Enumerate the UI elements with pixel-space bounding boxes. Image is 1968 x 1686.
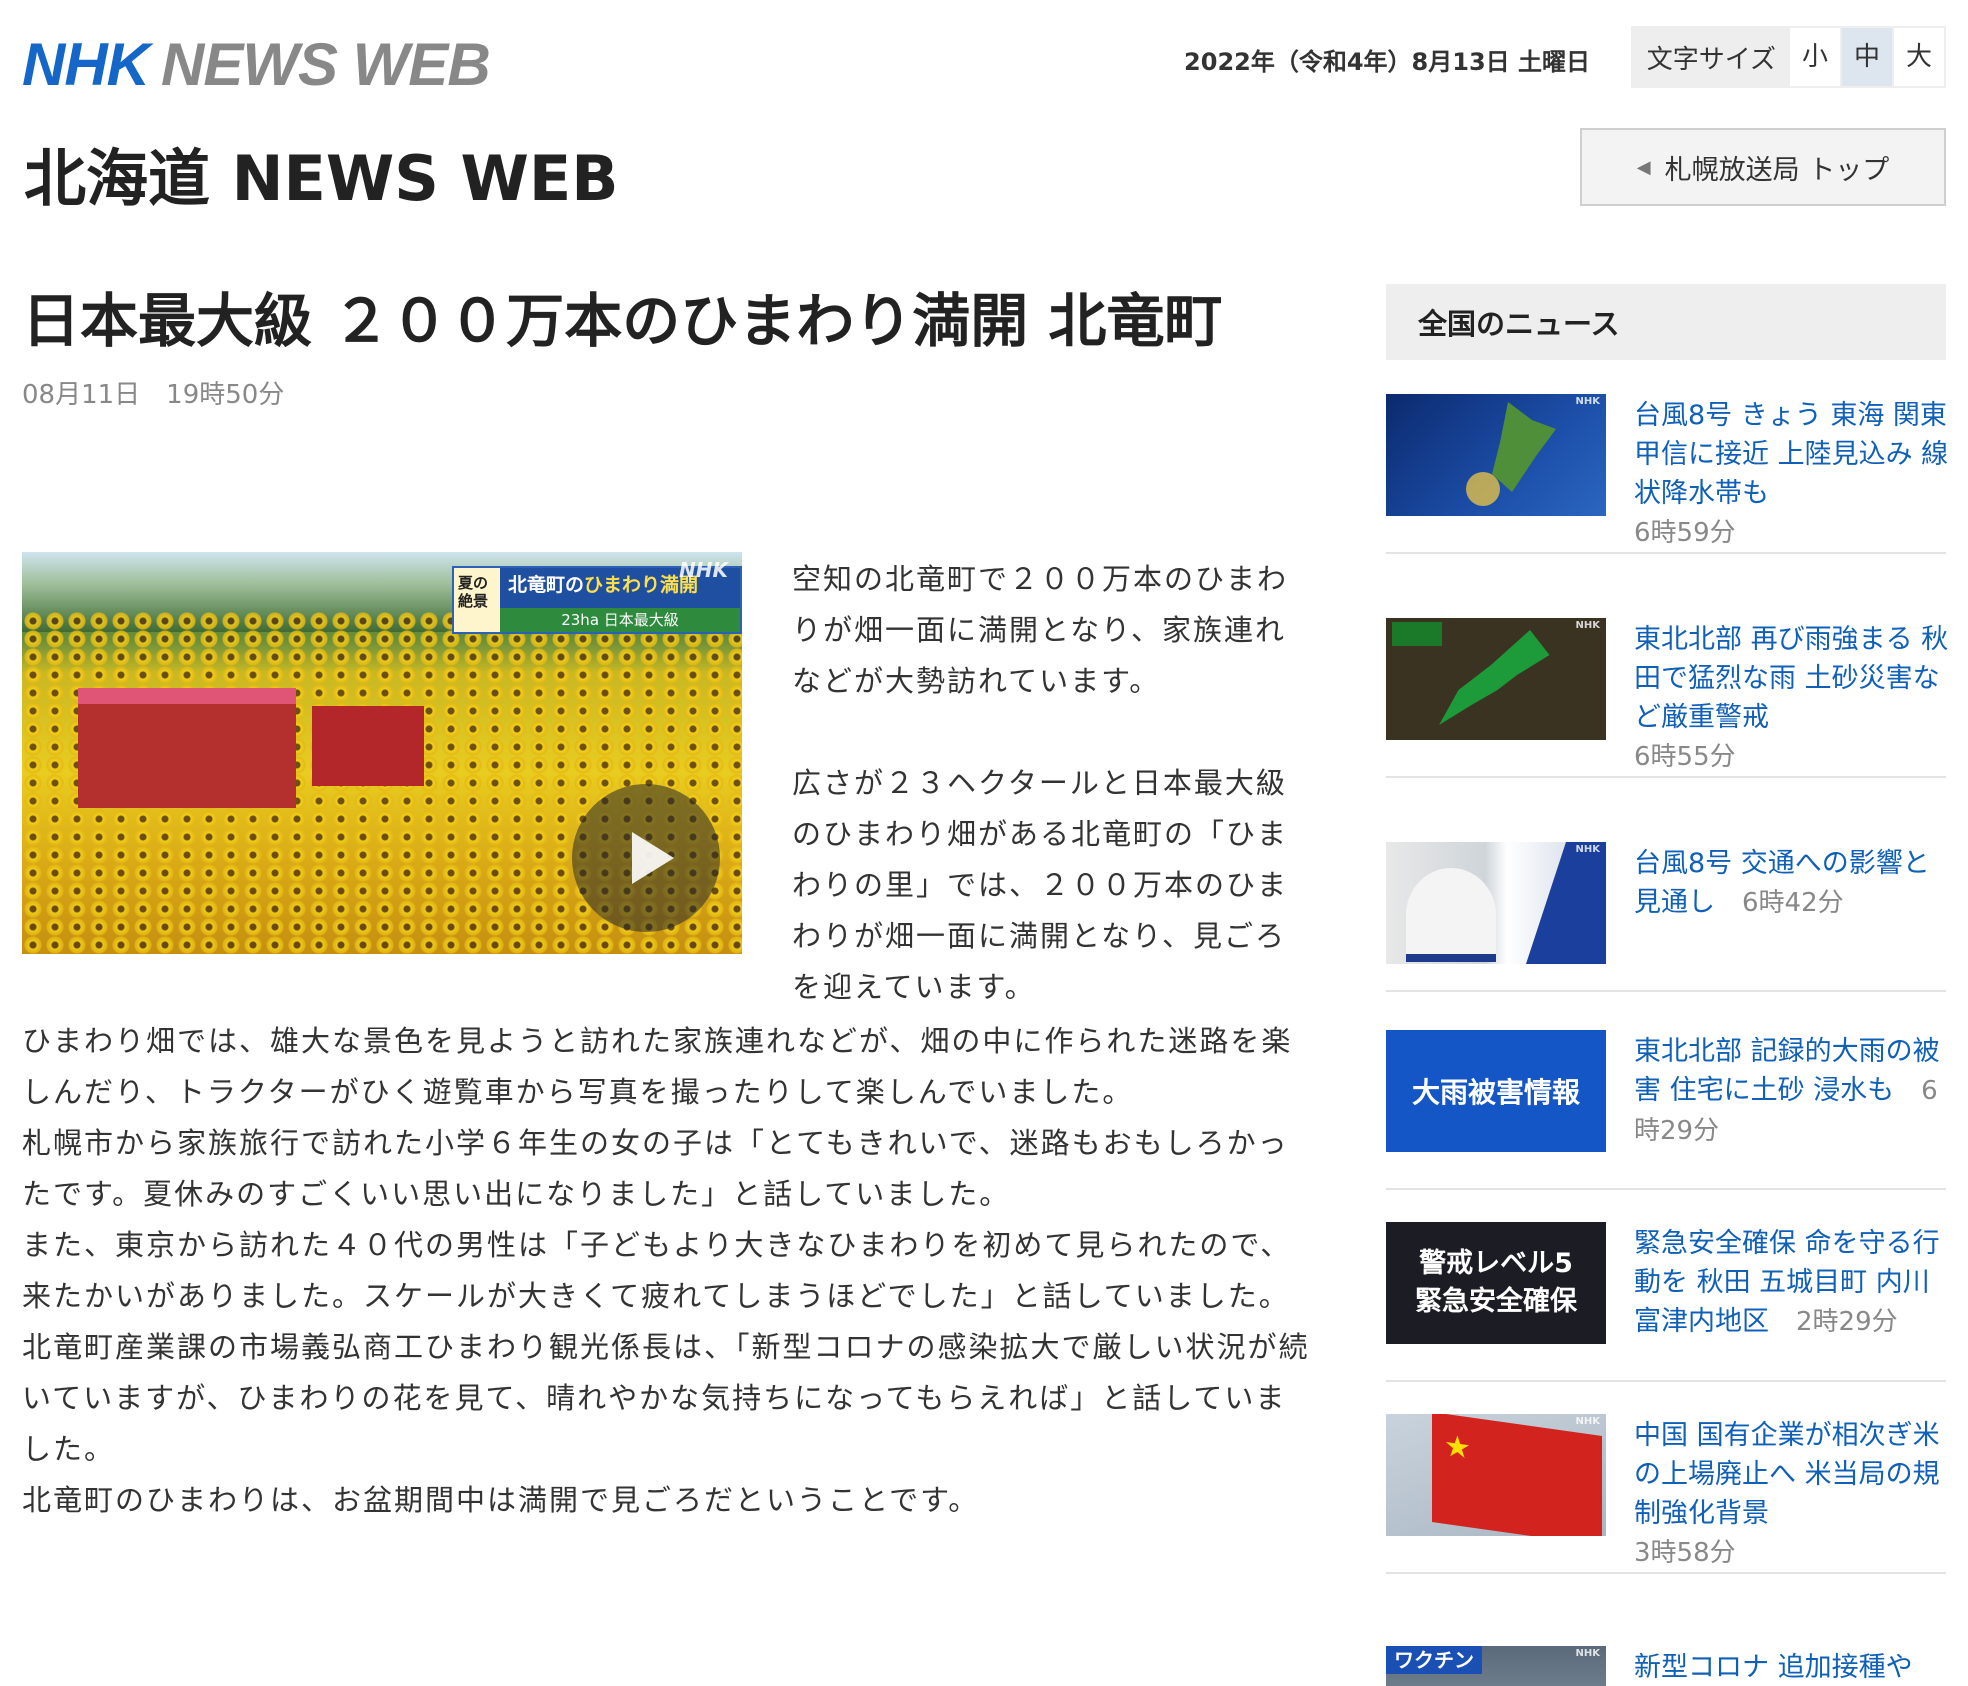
subsite-title[interactable]: 北海道 NEWS WEB <box>24 128 618 218</box>
body-paragraph: ひまわり畑では、雄大な景色を見ようと訪れた家族連れなどが、畑の中に作られた迷路を… <box>22 1024 1293 1109</box>
font-size-selector: 文字サイズ 小 中 大 <box>1630 26 1946 88</box>
news-item-title[interactable]: 台風8号 きょう 東海 関東甲信に接近 上陸見込み 線状降水帯も <box>1634 400 1948 509</box>
vaccine-thumbnail: ワクチン NHK <box>1386 1646 1606 1686</box>
news-item-time: 2時29分 <box>1796 1307 1898 1337</box>
font-size-medium[interactable]: 中 <box>1842 28 1892 86</box>
news-item-title[interactable]: 中国 国有企業が相次ぎ米の上場廃止へ 米当局の規制強化背景 <box>1634 1420 1940 1529</box>
sidebar-heading: 全国のニュース <box>1386 284 1946 360</box>
video-badge-season: 夏の絶景 <box>454 568 500 632</box>
typhoon-map-thumbnail: NHK <box>1386 394 1606 516</box>
station-top-button[interactable]: ◀ 札幌放送局 トップ <box>1580 128 1946 206</box>
lead-paragraph: 広さが２３ヘクタールと日本最大級のひまわり畑がある北竜町の「ひまわりの里」では、… <box>792 766 1289 1004</box>
news-item-title[interactable]: 東北北部 再び雨強まる 秋田で猛烈な雨 土砂災害など厳重警戒 <box>1634 624 1948 733</box>
news-item-time: 6時59分 <box>1634 518 1736 548</box>
thumb-watermark: NHK <box>1575 1416 1601 1427</box>
news-item-time: 3時58分 <box>1634 1538 1736 1568</box>
body-paragraph: 北竜町産業課の市場義弘商工ひまわり観光係長は、「新型コロナの感染拡大で厳しい状況… <box>22 1330 1310 1466</box>
current-date: 2022年（令和4年）8月13日 土曜日 <box>1184 48 1590 76</box>
body-paragraph: 北竜町のひまわりは、お盆期間中は満開で見ごろだということです。 <box>22 1483 980 1517</box>
news-item-china-delisting[interactable]: ★ NHK 中国 国有企業が相次ぎ米の上場廃止へ 米当局の規制強化背景 3時58分 <box>1386 1414 1946 1574</box>
video-badge-subtitle: 23ha 日本最大級 <box>500 608 740 632</box>
logo-nhk: NHK <box>22 31 150 98</box>
video-sightseeing-cart <box>78 688 296 808</box>
logo-newsweb: NEWS WEB <box>161 31 491 98</box>
alert-level-5-thumbnail: 警戒レベル5 緊急安全確保 <box>1386 1222 1606 1344</box>
video-badge-title-pre: 北竜町の <box>508 574 585 596</box>
thumb-card-text: 大雨被害情報 <box>1411 1076 1580 1109</box>
thumb-watermark: NHK <box>1575 396 1601 407</box>
thumb-card-text: 緊急安全確保 <box>1415 1286 1577 1317</box>
article-published-time: 08月11日 19時50分 <box>22 380 285 410</box>
thumb-watermark: NHK <box>1575 844 1601 855</box>
nhk-news-web-logo[interactable]: NHK NEWS WEB <box>22 30 491 99</box>
font-size-label: 文字サイズ <box>1646 44 1776 75</box>
thumb-watermark: NHK <box>1575 620 1601 631</box>
news-item-vaccine[interactable]: ワクチン NHK 新型コロナ 追加接種や <box>1386 1646 1946 1686</box>
article-body: ひまわり畑では、雄大な景色を見ようと訪れた家族連れなどが、畑の中に作られた迷路を… <box>22 1016 1312 1526</box>
news-item-typhoon-approach[interactable]: NHK 台風8号 きょう 東海 関東甲信に接近 上陸見込み 線状降水帯も 6時59… <box>1386 394 1948 554</box>
video-tractor <box>312 706 424 786</box>
font-size-small[interactable]: 小 <box>1790 28 1840 86</box>
station-top-label: 札幌放送局 トップ <box>1664 154 1890 186</box>
news-item-title[interactable]: 新型コロナ 追加接種や <box>1634 1652 1913 1683</box>
news-item-time: 6時55分 <box>1634 742 1736 772</box>
site-header: NHK NEWS WEB 2022年（令和4年）8月13日 土曜日 文字サイズ 小… <box>22 24 1946 98</box>
heavy-rain-info-thumbnail: 大雨被害情報 <box>1386 1030 1606 1152</box>
thumb-card-text: 警戒レベル5 <box>1419 1248 1573 1279</box>
article-lead: 空知の北竜町で２００万本のひまわりが畑一面に満開となり、家族連れなどが大勢訪れて… <box>792 554 1304 1013</box>
news-item-typhoon-transport[interactable]: NHK 台風8号 交通への影響と見通し 6時42分 <box>1386 842 1946 992</box>
body-paragraph: また、東京から訪れた４０代の男性は「子どもより大きなひまわりを初めて見られたので… <box>22 1228 1292 1313</box>
left-triangle-icon: ◀ <box>1636 156 1651 178</box>
news-item-emergency-safety[interactable]: 警戒レベル5 緊急安全確保 緊急安全確保 命を守る行動を 秋田 五城目町 内川 富… <box>1386 1222 1946 1382</box>
news-item-tohoku-rain[interactable]: NHK 東北北部 再び雨強まる 秋田で猛烈な雨 土砂災害など厳重警戒 6時55分 <box>1386 618 1948 778</box>
train-plane-thumbnail: NHK <box>1386 842 1606 964</box>
lead-paragraph: 空知の北竜町で２００万本のひまわりが畑一面に満開となり、家族連れなどが大勢訪れて… <box>792 562 1289 698</box>
video-watermark: NHK <box>679 558 728 582</box>
play-icon[interactable] <box>572 784 720 932</box>
news-item-record-rain-damage[interactable]: 大雨被害情報 東北北部 記録的大雨の被害 住宅に土砂 浸水も 6時29分 <box>1386 1030 1946 1190</box>
thumb-watermark: NHK <box>1575 1648 1601 1659</box>
radar-map-thumbnail: NHK <box>1386 618 1606 740</box>
thumb-card-text: ワクチン <box>1386 1646 1482 1674</box>
font-size-large[interactable]: 大 <box>1894 28 1944 86</box>
body-paragraph: 札幌市から家族旅行で訪れた小学６年生の女の子は「とてもきれいで、迷路もおもしろか… <box>22 1126 1289 1211</box>
news-item-time: 6時42分 <box>1742 888 1844 918</box>
article: 日本最大級 ２００万本のひまわり満開 北竜町 08月11日 19時50分 <box>22 278 1312 411</box>
news-item-title[interactable]: 東北北部 記録的大雨の被害 住宅に土砂 浸水も <box>1634 1036 1940 1106</box>
article-headline: 日本最大級 ２００万本のひまわり満開 北竜町 <box>22 287 1223 355</box>
national-news-sidebar: 全国のニュース NHK 台風8号 きょう 東海 関東甲信に接近 上陸見込み 線状… <box>1386 284 1948 1686</box>
article-video[interactable]: 夏の絶景 北竜町のひまわり満開 23ha 日本最大級 NHK <box>22 552 742 954</box>
china-flag-thumbnail: ★ NHK <box>1386 1414 1606 1536</box>
